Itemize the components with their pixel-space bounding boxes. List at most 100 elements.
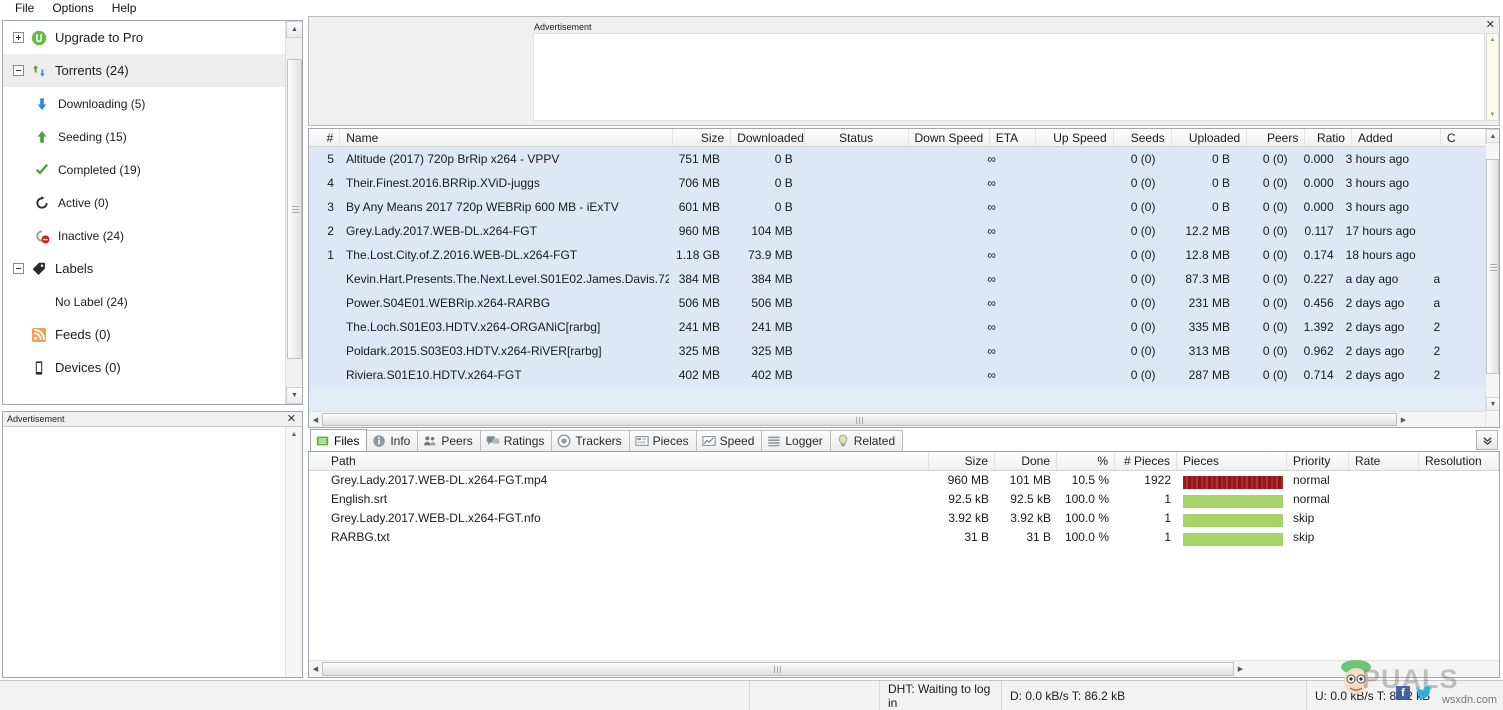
- torrent-row[interactable]: The.Loch.S01E03.HDTV.x264-ORGANiC[rarbg]…: [309, 315, 1485, 339]
- close-icon[interactable]: ✕: [1486, 20, 1495, 31]
- file-row[interactable]: Grey.Lady.2017.WEB-DL.x264-FGT.mp4960 MB…: [309, 471, 1499, 490]
- tab-related[interactable]: Related: [830, 430, 903, 451]
- torrent-cell-eta: ∞: [981, 219, 1027, 243]
- sidebar-item-devices-0[interactable]: Devices (0): [3, 351, 285, 384]
- file-row[interactable]: English.srt92.5 kB92.5 kB100.0 %1normal: [309, 490, 1499, 509]
- sidebar-scroll-thumb[interactable]: [287, 59, 302, 359]
- torrent-col-header-usp[interactable]: Up Speed: [1036, 129, 1113, 146]
- sidebar-item-torrents-24[interactable]: Torrents (24): [3, 54, 285, 87]
- top-ad-scrollbar[interactable]: ▲ ▼: [1486, 33, 1499, 121]
- torrent-col-header-upl[interactable]: Uploaded: [1172, 129, 1247, 146]
- menu-item-options[interactable]: Options: [43, 0, 102, 16]
- torrent-col-header-stat[interactable]: Status: [805, 129, 909, 146]
- close-icon[interactable]: ✕: [287, 414, 298, 425]
- file-row[interactable]: Grey.Lady.2017.WEB-DL.x264-FGT.nfo3.92 k…: [309, 509, 1499, 528]
- expand-icon[interactable]: [13, 32, 24, 43]
- torrent-list-vscrollbar[interactable]: ▲ ▼: [1485, 129, 1499, 427]
- torrent-row[interactable]: Kevin.Hart.Presents.The.Next.Level.S01E0…: [309, 267, 1485, 291]
- torrent-col-header-added[interactable]: Added: [1352, 129, 1441, 146]
- torrent-row[interactable]: 5Altitude (2017) 720p BrRip x264 - VPPV7…: [309, 147, 1485, 171]
- scroll-left-arrow-icon[interactable]: ◀: [309, 662, 322, 677]
- sidebar-item-active-0[interactable]: Active (0): [3, 186, 285, 219]
- status-download-rate: D: 0.0 kB/s T: 86.2 kB: [1002, 681, 1307, 710]
- tab-info[interactable]: Info: [366, 430, 418, 451]
- files-col-header-pcs[interactable]: Pieces: [1177, 452, 1287, 470]
- torrent-col-header-dl[interactable]: Downloaded: [731, 129, 805, 146]
- files-col-header-np[interactable]: # Pieces: [1115, 452, 1177, 470]
- torrent-row[interactable]: 1The.Lost.City.of.Z.2016.WEB-DL.x264-FGT…: [309, 243, 1485, 267]
- torrent-cell-eta: ∞: [981, 267, 1027, 291]
- sidebar-item-completed-19[interactable]: Completed (19): [3, 153, 285, 186]
- scroll-up-arrow-icon[interactable]: ▲: [1487, 34, 1498, 45]
- torrent-col-header-peers[interactable]: Peers: [1247, 129, 1305, 146]
- torrent-row[interactable]: Power.S04E01.WEBRip.x264-RARBG506 MB506 …: [309, 291, 1485, 315]
- scroll-up-arrow-icon[interactable]: ▲: [286, 427, 302, 442]
- torrent-row[interactable]: 3By Any Means 2017 720p WEBRip 600 MB - …: [309, 195, 1485, 219]
- tab-trackers[interactable]: Trackers: [551, 430, 629, 451]
- scroll-up-arrow-icon[interactable]: ▲: [1486, 129, 1500, 143]
- torrent-cell-num: 2: [309, 219, 340, 243]
- sidebar-scrollbar[interactable]: ▲ ▼: [285, 21, 302, 404]
- sidebar-item-no-label-24[interactable]: No Label (24): [3, 285, 285, 318]
- torrent-cell-eta: ∞: [981, 243, 1027, 267]
- torrent-row[interactable]: Poldark.2015.S03E03.HDTV.x264-RiVER[rarb…: [309, 339, 1485, 363]
- files-col-header-size[interactable]: Size: [929, 452, 995, 470]
- files-hscrollbar[interactable]: ◀ ▶: [309, 660, 1499, 677]
- files-table: PathSizeDone%# PiecesPiecesPriorityRateR…: [308, 452, 1500, 678]
- scroll-down-arrow-icon[interactable]: ▼: [286, 387, 303, 404]
- scroll-down-arrow-icon[interactable]: ▼: [1486, 397, 1500, 411]
- tab-ratings[interactable]: Ratings: [480, 430, 553, 451]
- torrent-col-header-ratio[interactable]: Ratio: [1305, 129, 1352, 146]
- tab-logger[interactable]: Logger: [761, 430, 830, 451]
- left-column: Upgrade to ProTorrents (24)Downloading (…: [0, 16, 305, 680]
- collapse-icon[interactable]: [13, 65, 24, 76]
- sidebar-item-upgrade-to-pro[interactable]: Upgrade to Pro: [3, 21, 285, 54]
- tab-speed[interactable]: Speed: [696, 430, 763, 451]
- sidebar-item-label: Completed (19): [58, 163, 141, 177]
- sidebar-item-feeds-0[interactable]: Feeds (0): [3, 318, 285, 351]
- torrent-row-partial[interactable]: [309, 387, 1485, 411]
- files-col-header-prio[interactable]: Priority: [1287, 452, 1349, 470]
- files-col-header-pct[interactable]: %: [1057, 452, 1115, 470]
- torrent-col-header-eta[interactable]: ETA: [990, 129, 1037, 146]
- files-col-header-res[interactable]: Resolution: [1419, 452, 1499, 470]
- menu-item-help[interactable]: Help: [103, 0, 146, 16]
- torrent-cell-eta: ∞: [981, 339, 1027, 363]
- torrent-cell-dl: 325 MB: [726, 339, 799, 363]
- files-hscroll-thumb[interactable]: [322, 662, 1234, 676]
- torrent-col-header-dsp[interactable]: Down Speed: [909, 129, 990, 146]
- scroll-down-arrow-icon[interactable]: ▼: [1487, 109, 1498, 120]
- expand-detail-button[interactable]: [1476, 430, 1498, 450]
- torrent-cell-ratio: 0.227: [1294, 267, 1340, 291]
- collapse-icon[interactable]: [13, 263, 24, 274]
- scroll-left-arrow-icon[interactable]: ◀: [309, 412, 322, 427]
- files-col-header-rate[interactable]: Rate: [1349, 452, 1419, 470]
- menu-item-file[interactable]: File: [6, 0, 43, 16]
- tab-files[interactable]: Files: [310, 429, 367, 451]
- left-ad-scrollbar[interactable]: ▲: [285, 427, 302, 677]
- torrent-row[interactable]: Riviera.S01E10.HDTV.x264-FGT402 MB402 MB…: [309, 363, 1485, 387]
- torrent-col-header-num[interactable]: #: [309, 129, 340, 146]
- torrent-row[interactable]: 2Grey.Lady.2017.WEB-DL.x264-FGT960 MB104…: [309, 219, 1485, 243]
- torrent-col-header-seeds[interactable]: Seeds: [1114, 129, 1172, 146]
- torrent-row[interactable]: 4Their.Finest.2016.BRRip.XViD-juggs706 M…: [309, 171, 1485, 195]
- torrent-cell-peers: 0 (0): [1236, 147, 1294, 171]
- torrent-cell-upl: 287 MB: [1161, 363, 1236, 387]
- sidebar-item-labels[interactable]: Labels: [3, 252, 285, 285]
- tab-peers[interactable]: Peers: [417, 430, 480, 451]
- torrent-col-header-name[interactable]: Name: [340, 129, 673, 146]
- files-col-header-path[interactable]: Path: [309, 452, 929, 470]
- torrent-col-header-size[interactable]: Size: [673, 129, 731, 146]
- sidebar-item-downloading-5[interactable]: Downloading (5): [3, 87, 285, 120]
- tab-pieces[interactable]: Pieces: [629, 430, 697, 451]
- files-col-header-done[interactable]: Done: [995, 452, 1057, 470]
- torrent-list-hscrollbar[interactable]: ◀ ▶: [309, 411, 1485, 427]
- sidebar-item-inactive-24[interactable]: Inactive (24): [3, 219, 285, 252]
- sidebar-item-seeding-15[interactable]: Seeding (15): [3, 120, 285, 153]
- scroll-up-arrow-icon[interactable]: ▲: [286, 21, 303, 38]
- scroll-right-arrow-icon[interactable]: ▶: [1234, 662, 1247, 677]
- file-row[interactable]: RARBG.txt31 B31 B100.0 %1skip: [309, 528, 1499, 547]
- torrent-hscroll-thumb[interactable]: [322, 413, 1397, 426]
- scroll-right-arrow-icon[interactable]: ▶: [1397, 412, 1410, 427]
- torrent-scroll-thumb[interactable]: [1486, 159, 1499, 374]
